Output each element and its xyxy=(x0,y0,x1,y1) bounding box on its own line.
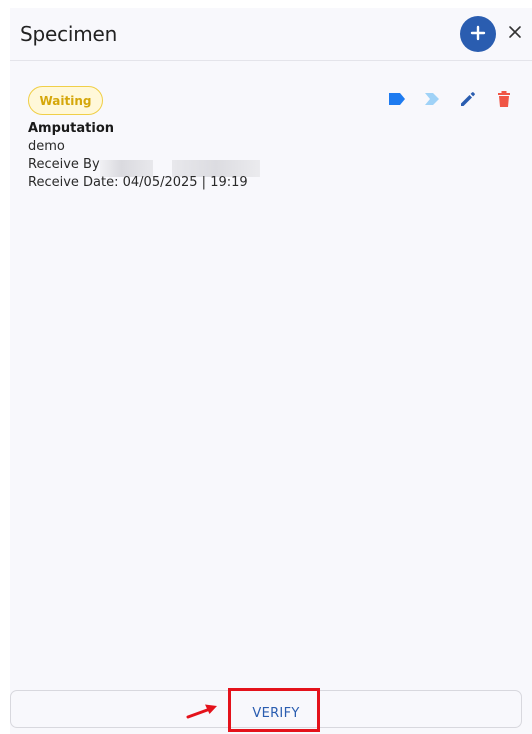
specimen-subtitle: demo xyxy=(28,139,65,154)
pencil-icon xyxy=(459,90,477,113)
label-button[interactable] xyxy=(386,91,408,111)
receive-date: Receive Date: 04/05/2025 | 19:19 xyxy=(28,175,248,190)
annotation-arrow-icon xyxy=(186,704,217,719)
edit-button[interactable] xyxy=(457,91,479,111)
delete-button[interactable] xyxy=(493,90,515,113)
plus-icon xyxy=(470,25,486,44)
label-icon xyxy=(388,92,406,111)
receive-date-value: 04/05/2025 | 19:19 xyxy=(122,175,248,190)
specimen-panel: Specimen Waiting Amputation demo Receive… xyxy=(10,8,532,734)
status-badge: Waiting xyxy=(28,86,103,115)
add-specimen-button[interactable] xyxy=(460,16,496,52)
receive-date-label: Receive Date: xyxy=(28,175,119,190)
receive-by-label: Receive By: xyxy=(28,157,104,172)
page-title: Specimen xyxy=(20,22,118,46)
verify-button[interactable]: VERIFY xyxy=(241,702,311,724)
next-step-button[interactable] xyxy=(421,91,443,111)
trash-icon xyxy=(496,90,512,113)
close-button[interactable] xyxy=(504,22,526,46)
close-icon xyxy=(508,25,522,44)
specimen-card: Waiting Amputation demo Receive By: Rece… xyxy=(10,84,532,204)
specimen-name: Amputation xyxy=(28,121,115,136)
panel-header: Specimen xyxy=(10,8,532,61)
chevron-right-icon xyxy=(424,92,440,111)
